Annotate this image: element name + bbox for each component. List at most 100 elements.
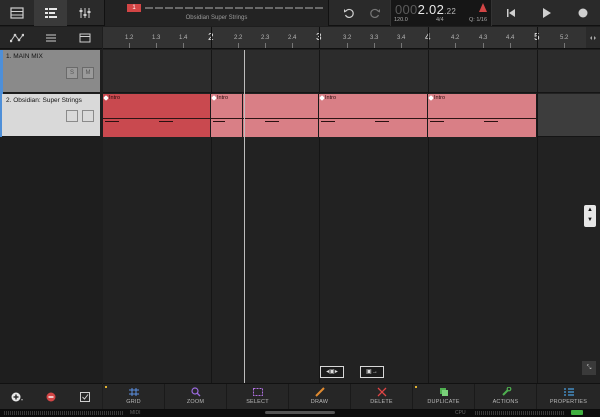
clip-name: Intro [217,95,229,101]
mixer-button[interactable] [68,0,101,26]
clip-marker-icon [103,95,109,101]
clip-list-button[interactable] [68,27,102,49]
clip-marker-icon [319,95,325,101]
record-button[interactable] [566,0,600,26]
play-icon [543,8,551,18]
song-overview[interactable]: 1 Obsidian Super Strings [104,0,329,26]
ruler-tick-label: 4.3 [479,35,488,41]
midi-note [484,121,498,122]
clip[interactable]: Intro [211,94,243,137]
clip-divider [103,118,210,119]
playhead[interactable] [244,50,245,383]
midi-note [375,121,389,122]
automation-button[interactable] [0,27,34,49]
solo-button[interactable] [66,110,78,122]
mixer-icon [79,8,90,18]
cpu-status-label: CPU [455,410,466,416]
timeline-ruler[interactable]: 1.21.31.422.22.32.433.23.33.444.24.34.45… [103,27,600,49]
zoom-label: ZOOM [186,399,205,405]
ruler-tick-label: 1.4 [179,35,188,41]
ruler-tick-line [564,43,565,48]
home-indicator [265,411,335,414]
clip[interactable]: Intro [319,94,428,137]
ruler-tick-label: 3.2 [343,35,352,41]
ruler-tools [0,27,102,49]
tempo-value[interactable]: 120.0 [394,17,408,23]
delete-tool[interactable]: DELETE [351,384,413,410]
clip[interactable]: Intro [103,94,211,137]
remove-track-icon [46,392,55,402]
remove-track-button[interactable] [34,384,67,410]
add-track-button[interactable] [0,384,33,410]
edit-toolbar: GRID ZOOM SELECT DRAW DELETE DUPLICATE A… [103,383,600,410]
bar-line [537,50,538,383]
add-track-icon [11,392,23,402]
ruler-tick-line [129,43,130,48]
browser-button[interactable] [0,0,33,26]
ruler-tick-line [483,43,484,48]
duplicate-tool[interactable]: DUPLICATE [413,384,475,410]
horizontal-zoom-button[interactable]: ◂▣▸ [320,366,344,378]
clip-divider [243,118,318,119]
go-to-start-button[interactable] [494,0,528,26]
ruler-tick-label: 4.4 [506,35,515,41]
clip[interactable] [243,94,319,137]
solo-button[interactable]: S [66,67,78,79]
mute-button[interactable] [82,110,94,122]
midi-note [105,121,119,122]
clip[interactable]: Intro [428,94,537,137]
grid-menu-button[interactable] [34,27,68,49]
position-counter[interactable]: 0002.02.22 120.0 4/4 Q: 1/16 [390,0,492,26]
resize-handle-icon[interactable]: ⤡ [582,361,596,375]
automation-icon [10,33,24,43]
tracks-view-button[interactable] [34,0,67,26]
edit-tracks-button[interactable] [68,384,101,410]
zoom-tool[interactable]: ZOOM [165,384,227,410]
song-title: Obsidian Super Strings [185,15,248,21]
track-name: 1. MAIN MIX [6,53,43,60]
battery-icon [571,410,583,415]
ruler-tick-line [455,43,456,48]
song-position: 0002.02.22 [395,2,457,17]
lane-main-mix[interactable] [103,50,600,93]
actions-label: ACTIONS [492,399,519,405]
select-tool[interactable]: SELECT [227,384,289,410]
zoom-icon [190,387,200,397]
ruler-tick-label: 3.4 [397,35,406,41]
midi-note [430,121,444,122]
grid-tool[interactable]: GRID [103,384,165,410]
properties-tool[interactable]: PROPERTIES [537,384,600,410]
ruler-tick-line [238,43,239,48]
delete-icon [377,387,386,397]
ruler-tick-line [537,27,538,48]
track-actions [0,383,102,409]
track-header-main-mix[interactable]: 1. MAIN MIX S M [2,50,100,93]
time-signature[interactable]: 4/4 [436,17,444,23]
ruler-tick-line [156,43,157,48]
track-name: 2. Obsidian: Super Strings [6,97,82,104]
grid-icon [128,388,139,396]
actions-tool[interactable]: ACTIONS [475,384,537,410]
record-icon [578,8,588,18]
vertical-scroll-arrows[interactable]: ▲ ▼ [584,205,596,227]
select-label: SELECT [246,399,269,405]
edit-check-icon [79,392,90,402]
clip-name: Intro [109,95,121,101]
metronome-icon[interactable] [479,3,487,12]
play-button[interactable] [530,0,564,26]
fit-zoom-button[interactable]: ▣→ [360,366,384,378]
draw-tool[interactable]: DRAW [289,384,351,410]
mute-button[interactable]: M [82,67,94,79]
overview-marker: 1 [127,4,141,12]
quantize-value[interactable]: Q: 1/16 [469,17,487,23]
track-header-super-strings[interactable]: 2. Obsidian: Super Strings [2,94,100,137]
undo-button[interactable] [337,0,361,26]
arrangement-lanes[interactable]: Intro Intro Intro Intro ◂▣▸ ▣→ ▲ ▼ ⤡ [103,50,600,383]
select-icon [252,388,263,396]
redo-button[interactable] [363,0,387,26]
ruler-expand-button[interactable] [586,27,600,48]
midi-note [265,121,279,122]
midi-status-label: MIDI [130,410,141,416]
top-bar: 1 Obsidian Super Strings 0002.02.22 120.… [0,0,600,26]
tracks-icon [44,8,57,18]
